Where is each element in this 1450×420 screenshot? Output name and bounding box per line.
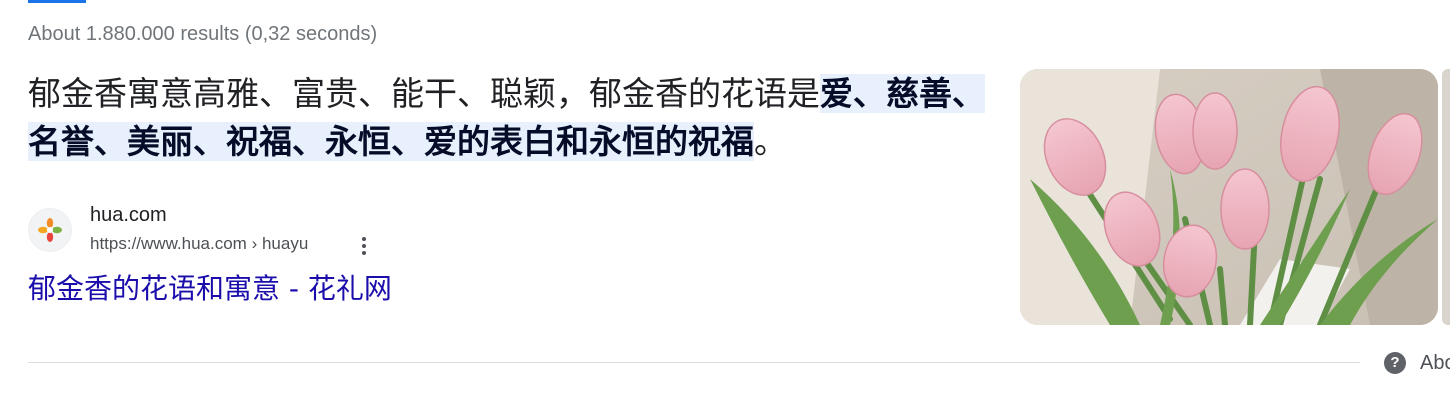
active-tab-indicator [28, 0, 86, 3]
tulip-bouquet-image[interactable] [1020, 69, 1438, 325]
result-title-link[interactable]: 郁金香的花语和寓意 - 花礼网 [28, 270, 392, 308]
source-attribution[interactable]: hua.com https://www.hua.com › huayu [28, 200, 428, 260]
more-vert-icon[interactable] [354, 234, 374, 258]
help-circle-icon: ? [1384, 352, 1406, 374]
hua-flower-icon [28, 208, 72, 252]
site-url-breadcrumb[interactable]: https://www.hua.com › huayu [90, 232, 308, 256]
results-stats: About 1.880.000 results (0,32 seconds) [28, 23, 378, 45]
search-results-page: About 1.880.000 results (0,32 seconds) 郁… [0, 0, 1450, 420]
about-label[interactable]: Abo [1420, 350, 1450, 376]
snippet-text-before: 郁金香寓意高雅、富贵、能干、聪颖，郁金香的花语是 [28, 74, 820, 113]
site-name[interactable]: hua.com [90, 202, 167, 228]
snippet-text-after: 。 [754, 122, 787, 161]
next-image-edge [1442, 69, 1450, 325]
featured-snippet-text: 郁金香寓意高雅、富贵、能干、聪颖，郁金香的花语是爱、慈善、名誉、美丽、祝福、永恒… [28, 70, 988, 166]
section-divider [28, 362, 1360, 363]
